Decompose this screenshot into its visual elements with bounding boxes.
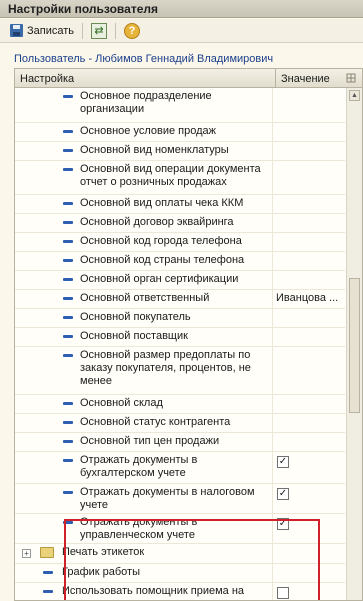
save-icon <box>10 24 23 37</box>
table-row[interactable]: Основной вид операции документа отчет о … <box>15 161 345 195</box>
expand-plus-icon[interactable]: + <box>22 549 31 558</box>
setting-marker-icon <box>63 402 73 405</box>
scroll-up-icon[interactable]: ▲ <box>349 90 360 101</box>
setting-marker-icon <box>63 278 73 281</box>
row-checkbox[interactable]: ✓ <box>277 456 289 468</box>
table-row[interactable]: Основной тип цен продажи <box>15 433 345 452</box>
setting-marker-icon <box>63 221 73 224</box>
settings-grid: Настройка Значение Основное подразделени… <box>14 68 363 601</box>
table-row[interactable]: Основной договор эквайринга <box>15 214 345 233</box>
column-header-value[interactable]: Значение <box>275 69 345 87</box>
row-label: Основной тип цен продажи <box>80 435 220 447</box>
row-label: Отражать документы в бухгалтерском учете <box>80 454 198 479</box>
table-row[interactable]: Основной вид оплаты чека ККМ <box>15 195 345 214</box>
setting-marker-icon <box>63 316 73 319</box>
row-label: Отражать документы в налоговом учете <box>80 486 255 511</box>
row-label: Основное подразделение организации <box>80 90 212 115</box>
table-row[interactable]: Основной статус контрагента <box>15 414 345 433</box>
row-label: Основной код страны телефона <box>80 254 245 266</box>
setting-marker-icon <box>63 202 73 205</box>
setting-marker-icon <box>63 491 73 494</box>
table-row[interactable]: Основной размер предоплаты по заказу пок… <box>15 347 345 395</box>
help-icon: ? <box>124 22 141 39</box>
window-title: Настройки пользователя <box>0 0 363 18</box>
vertical-scrollbar[interactable]: ▲ <box>346 88 362 600</box>
setting-marker-icon <box>63 440 73 443</box>
table-row[interactable]: Основной код страны телефона <box>15 252 345 271</box>
setting-marker-icon <box>63 168 73 171</box>
table-row[interactable]: Отражать документы в бухгалтерском учете… <box>15 452 345 484</box>
refresh-icon: ⇄ <box>91 22 108 39</box>
toolbar-separator <box>115 22 117 39</box>
column-settings-icon[interactable] <box>346 73 356 83</box>
table-row[interactable]: Основной ответственный Иванцова ... <box>15 290 345 309</box>
row-label: Основной покупатель <box>80 311 191 323</box>
setting-marker-icon <box>63 335 73 338</box>
column-header-setting[interactable]: Настройка <box>20 73 74 85</box>
row-label: Основной вид номенклатуры <box>80 144 229 156</box>
row-label: Основной ответственный <box>80 292 210 304</box>
row-label: Основной код города телефона <box>80 235 242 247</box>
setting-marker-icon <box>63 130 73 133</box>
row-label: Основной статус контрагента <box>80 416 231 428</box>
save-button-label: Записать <box>27 24 75 37</box>
table-row[interactable]: Основной покупатель <box>15 309 345 328</box>
setting-marker-icon <box>63 149 73 152</box>
setting-marker-icon <box>63 459 73 462</box>
toolbar-separator <box>82 22 84 39</box>
row-label: Основной поставщик <box>80 330 188 342</box>
setting-marker-icon <box>43 571 53 574</box>
scrollbar-thumb[interactable] <box>349 278 360 413</box>
refresh-button[interactable]: ⇄ <box>87 21 111 41</box>
table-row[interactable]: Основной код города телефона <box>15 233 345 252</box>
setting-marker-icon <box>63 259 73 262</box>
row-label: Основной договор эквайринга <box>80 216 234 228</box>
setting-marker-icon <box>63 95 73 98</box>
setting-marker-icon <box>63 354 73 357</box>
toolbar: Записать ⇄ ? <box>0 19 363 43</box>
table-row[interactable]: Основной вид номенклатуры <box>15 142 345 161</box>
grid-header: Настройка Значение <box>15 69 362 88</box>
setting-marker-icon <box>63 297 73 300</box>
row-value[interactable]: Иванцова ... <box>276 292 344 304</box>
table-row[interactable]: Основное условие продаж <box>15 123 345 142</box>
table-row[interactable]: Основной орган сертификации <box>15 271 345 290</box>
row-label: Основное условие продаж <box>80 125 217 137</box>
row-label: Основной размер предоплаты по заказу пок… <box>80 349 251 387</box>
setting-marker-icon <box>43 590 53 593</box>
help-button[interactable]: ? <box>120 21 144 41</box>
table-row[interactable]: Основной поставщик <box>15 328 345 347</box>
table-row[interactable]: Основное подразделение организации <box>15 88 345 123</box>
setting-marker-icon <box>63 240 73 243</box>
row-label: Основной вид оплаты чека ККМ <box>80 197 244 209</box>
setting-marker-icon <box>63 421 73 424</box>
folder-icon <box>40 547 54 558</box>
highlight-box <box>64 519 320 600</box>
save-button[interactable]: Записать <box>6 21 78 41</box>
row-checkbox[interactable]: ✓ <box>277 488 289 500</box>
table-row[interactable]: Основной склад <box>15 395 345 414</box>
table-row[interactable]: Отражать документы в налоговом учете ✓ <box>15 484 345 514</box>
row-label: Основной орган сертификации <box>80 273 239 285</box>
user-line: Пользователь - Любимов Геннадий Владимир… <box>14 53 274 65</box>
row-label: Основной склад <box>80 397 163 409</box>
row-label: Основной вид операции документа отчет о … <box>80 163 261 188</box>
